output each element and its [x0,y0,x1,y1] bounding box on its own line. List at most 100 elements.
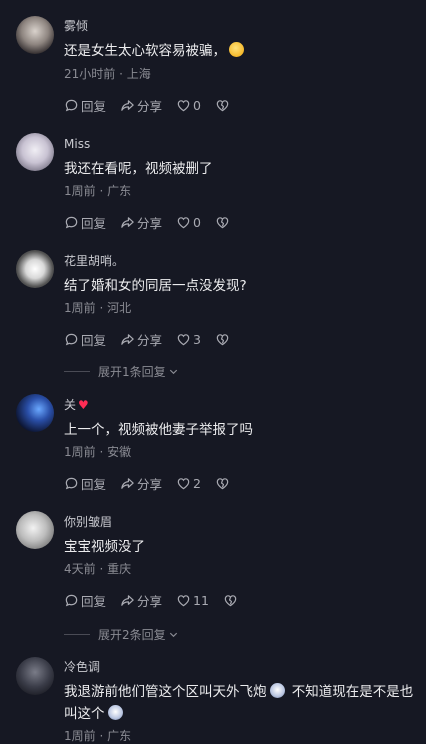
reply-button[interactable]: 回复 [64,591,106,610]
expand-replies-label: 展开1条回复 [98,365,166,379]
reply-button[interactable]: 回复 [64,474,106,493]
comment-location: 上海 [126,67,151,81]
username[interactable]: Miss [64,136,90,152]
share-icon [121,216,134,228]
chevron-down-icon [169,369,177,375]
sad-face-emoji-icon [229,42,244,57]
username[interactable]: 关 ♥ [64,397,89,413]
avatar[interactable] [16,133,54,171]
username[interactable]: 雾倾 [64,18,88,34]
comment-location: 河北 [107,301,132,315]
heart-icon [177,216,190,228]
comment-actions: 回复 分享 0 [64,213,246,231]
heart-icon [177,99,190,111]
reply-icon [65,99,78,111]
comment-location: 安徽 [107,445,132,459]
comment-time: 1周前 [64,184,96,198]
comment-actions: 回复 分享 0 [64,96,246,114]
comment-location: 广东 [107,184,132,198]
share-button[interactable]: 分享 [120,474,162,493]
comment-text-content: 还是女生太心软容易被骗， [64,43,226,59]
dislike-button[interactable] [215,476,232,491]
reply-icon [65,333,78,345]
avatar[interactable] [16,16,54,54]
expand-replies-button[interactable]: 展开1条回复 [64,363,179,380]
expand-divider [64,634,90,635]
avatar[interactable] [16,250,54,288]
broken-heart-icon [224,594,237,606]
comment-text: 宝宝视频没了 [64,539,145,555]
reply-button[interactable]: 回复 [64,213,106,232]
heart-icon [177,333,190,345]
reply-icon [65,594,78,606]
share-label: 分享 [137,215,163,231]
share-button[interactable]: 分享 [120,213,162,232]
like-button[interactable]: 2 [176,476,201,491]
reply-button[interactable]: 回复 [64,96,106,115]
username[interactable]: 花里胡哨。 [64,253,124,269]
share-icon [121,594,134,606]
comment-meta: 21小时前 · 上海 [64,67,151,81]
avatar[interactable] [16,394,54,432]
expand-replies-button[interactable]: 展开2条回复 [64,626,179,643]
dislike-button[interactable] [223,593,240,608]
reply-label: 回复 [81,215,107,231]
dislike-button[interactable] [215,215,232,230]
share-button[interactable]: 分享 [120,591,162,610]
broken-heart-icon [216,333,229,345]
like-count: 0 [193,214,201,230]
heart-icon [177,594,190,606]
comment-location: 广东 [107,729,132,743]
comment-actions: 回复 分享 3 [64,330,246,348]
share-button[interactable]: 分享 [120,330,162,349]
like-count: 2 [193,475,201,491]
like-count: 3 [193,331,201,347]
comment-time: 21小时前 [64,67,116,81]
dislike-button[interactable] [215,332,232,347]
reply-label: 回复 [81,332,107,348]
like-button[interactable]: 0 [176,215,201,230]
broken-heart-icon [216,216,229,228]
share-button[interactable]: 分享 [120,96,162,115]
comment-meta: 1周前 · 广东 [64,184,132,198]
comment-time: 4天前 [64,562,96,576]
dislike-button[interactable] [215,98,232,113]
reply-label: 回复 [81,593,107,609]
cat-emoji-icon [269,683,285,698]
reply-label: 回复 [81,476,107,492]
like-count: 0 [193,97,201,113]
share-icon [121,333,134,345]
comment-text: 上一个，视频被他妻子举报了吗 [64,422,253,438]
username[interactable]: 冷色调 [64,659,100,675]
username[interactable]: 你别皱眉 [64,514,112,530]
comment-location: 重庆 [107,562,132,576]
share-label: 分享 [137,476,163,492]
cat-emoji-icon [107,705,123,720]
comment-meta: 4天前 · 重庆 [64,562,132,576]
comment-text: 还是女生太心软容易被骗， [64,40,416,62]
broken-heart-icon [216,99,229,111]
like-button[interactable]: 0 [176,98,201,113]
comment-text: 我还在看呢，视频被删了 [64,161,213,177]
avatar[interactable] [16,657,54,695]
share-icon [121,99,134,111]
like-button[interactable]: 3 [176,332,201,347]
comment-time: 1周前 [64,301,96,315]
comment-actions: 回复 分享 11 [64,591,254,609]
comment-time: 1周前 [64,729,96,743]
reply-label: 回复 [81,98,107,114]
reply-icon [65,216,78,228]
comment-actions: 回复 分享 2 [64,474,246,492]
share-label: 分享 [137,332,163,348]
share-icon [121,477,134,489]
expand-divider [64,371,90,372]
like-button[interactable]: 11 [176,593,209,608]
share-label: 分享 [137,98,163,114]
red-heart-icon: ♥ [78,398,89,412]
reply-icon [65,477,78,489]
comment-text: 我退游前他们管这个区叫天外飞炮 不知道现在是不是也叫这个 [64,681,416,725]
like-count: 11 [193,592,209,608]
avatar[interactable] [16,511,54,549]
reply-button[interactable]: 回复 [64,330,106,349]
chevron-down-icon [169,632,177,638]
